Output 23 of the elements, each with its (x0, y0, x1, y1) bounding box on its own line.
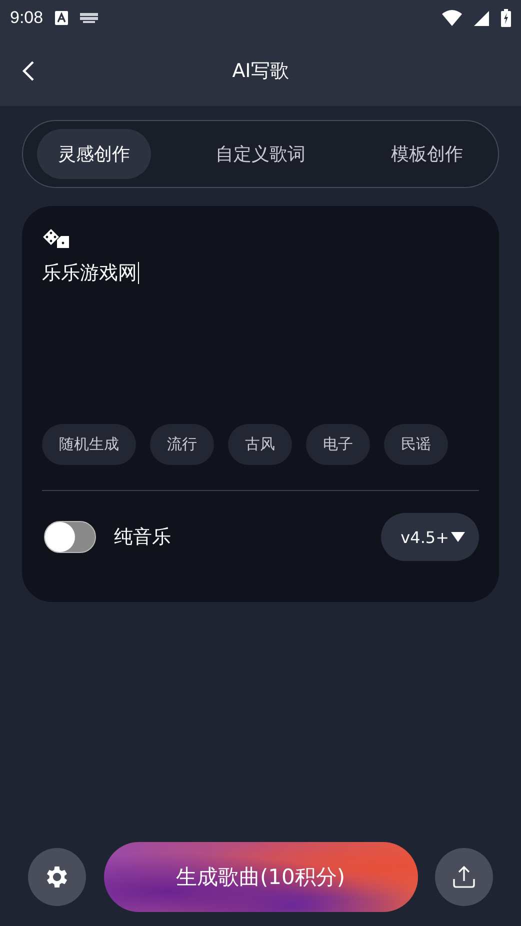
keyboard-icon (80, 13, 98, 23)
signal-icon (474, 10, 489, 26)
dice-icon[interactable] (42, 228, 70, 248)
prompt-field[interactable]: 乐乐游戏网 (42, 260, 479, 410)
keyboard-a-icon (55, 11, 68, 25)
style-chip[interactable]: 流行 (150, 424, 214, 465)
version-dropdown[interactable]: v4.5+ (380, 513, 479, 561)
mode-tab[interactable]: 模板创作 (370, 129, 484, 179)
mode-tab[interactable]: 自定义歌词 (194, 129, 326, 179)
style-chip[interactable]: 民谣 (384, 424, 448, 465)
generate-button[interactable]: 生成歌曲(10积分) (104, 842, 418, 912)
battery-icon (501, 9, 511, 27)
status-time: 9:08 (10, 8, 44, 28)
mode-tab[interactable]: 灵感创作 (37, 129, 151, 179)
instrumental-label: 纯音乐 (114, 525, 171, 550)
style-chip[interactable]: 随机生成 (42, 424, 136, 465)
style-chip[interactable]: 电子 (306, 424, 370, 465)
toggle-switch[interactable] (44, 521, 96, 553)
upload-icon (451, 864, 477, 890)
page-title: AI写歌 (232, 59, 289, 84)
wifi-icon (442, 10, 462, 26)
style-chip[interactable]: 古风 (228, 424, 292, 465)
caret-icon (451, 532, 465, 542)
